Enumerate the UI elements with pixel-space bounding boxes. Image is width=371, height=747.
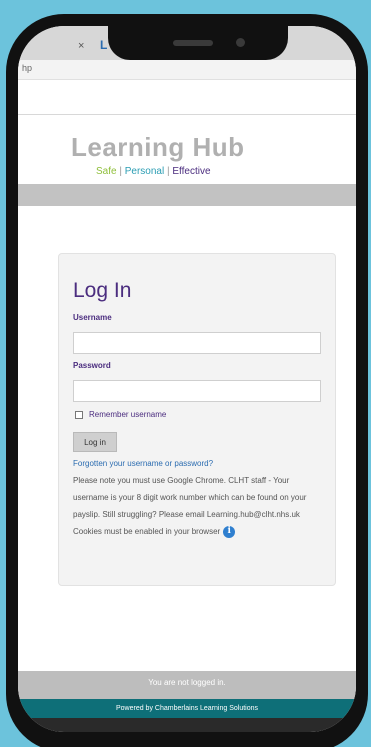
- browser-tab-label[interactable]: L: [100, 38, 107, 52]
- camera-icon: [236, 38, 245, 47]
- site-tagline: Safe | Personal | Effective: [96, 166, 211, 177]
- tagline-personal: Personal: [124, 166, 165, 177]
- login-note: Please note you must use Google Chrome. …: [73, 472, 325, 540]
- username-label: Username: [73, 313, 112, 322]
- speaker-grille: [173, 40, 213, 46]
- login-button[interactable]: Log in: [73, 432, 117, 452]
- close-icon[interactable]: ×: [78, 40, 84, 52]
- powered-by-footer: Powered by Chamberlains Learning Solutio…: [18, 699, 356, 718]
- phone-notch: [108, 26, 288, 60]
- remember-username-label[interactable]: Remember username: [89, 410, 166, 419]
- header-band: [18, 184, 356, 206]
- phone-frame: × L hp Learning Hub Safe | Personal | Ef…: [6, 14, 368, 747]
- forgot-password-link[interactable]: Forgotten your username or password?: [73, 459, 213, 468]
- phone-bezel: × L hp Learning Hub Safe | Personal | Ef…: [18, 26, 356, 732]
- login-heading: Log In: [73, 279, 132, 302]
- password-input[interactable]: [73, 380, 321, 402]
- password-label: Password: [73, 361, 111, 370]
- site-title: Learning Hub: [71, 132, 245, 162]
- phone-screen: × L hp Learning Hub Safe | Personal | Ef…: [18, 26, 356, 732]
- login-card: Log In Username Password Remember userna…: [58, 253, 336, 586]
- login-note-text: Please note you must use Google Chrome. …: [73, 476, 307, 536]
- tagline-effective: Effective: [172, 166, 211, 177]
- login-status-footer: You are not logged in.: [18, 671, 356, 699]
- bottom-bar: [18, 718, 356, 732]
- info-icon[interactable]: i: [223, 525, 236, 538]
- tagline-separator: |: [116, 166, 125, 177]
- tagline-safe: Safe: [96, 166, 117, 177]
- remember-username-checkbox[interactable]: [75, 411, 83, 419]
- username-input[interactable]: [73, 332, 321, 354]
- url-text: hp: [22, 63, 33, 73]
- divider: [18, 114, 356, 115]
- browser-address-bar[interactable]: hp: [18, 60, 356, 80]
